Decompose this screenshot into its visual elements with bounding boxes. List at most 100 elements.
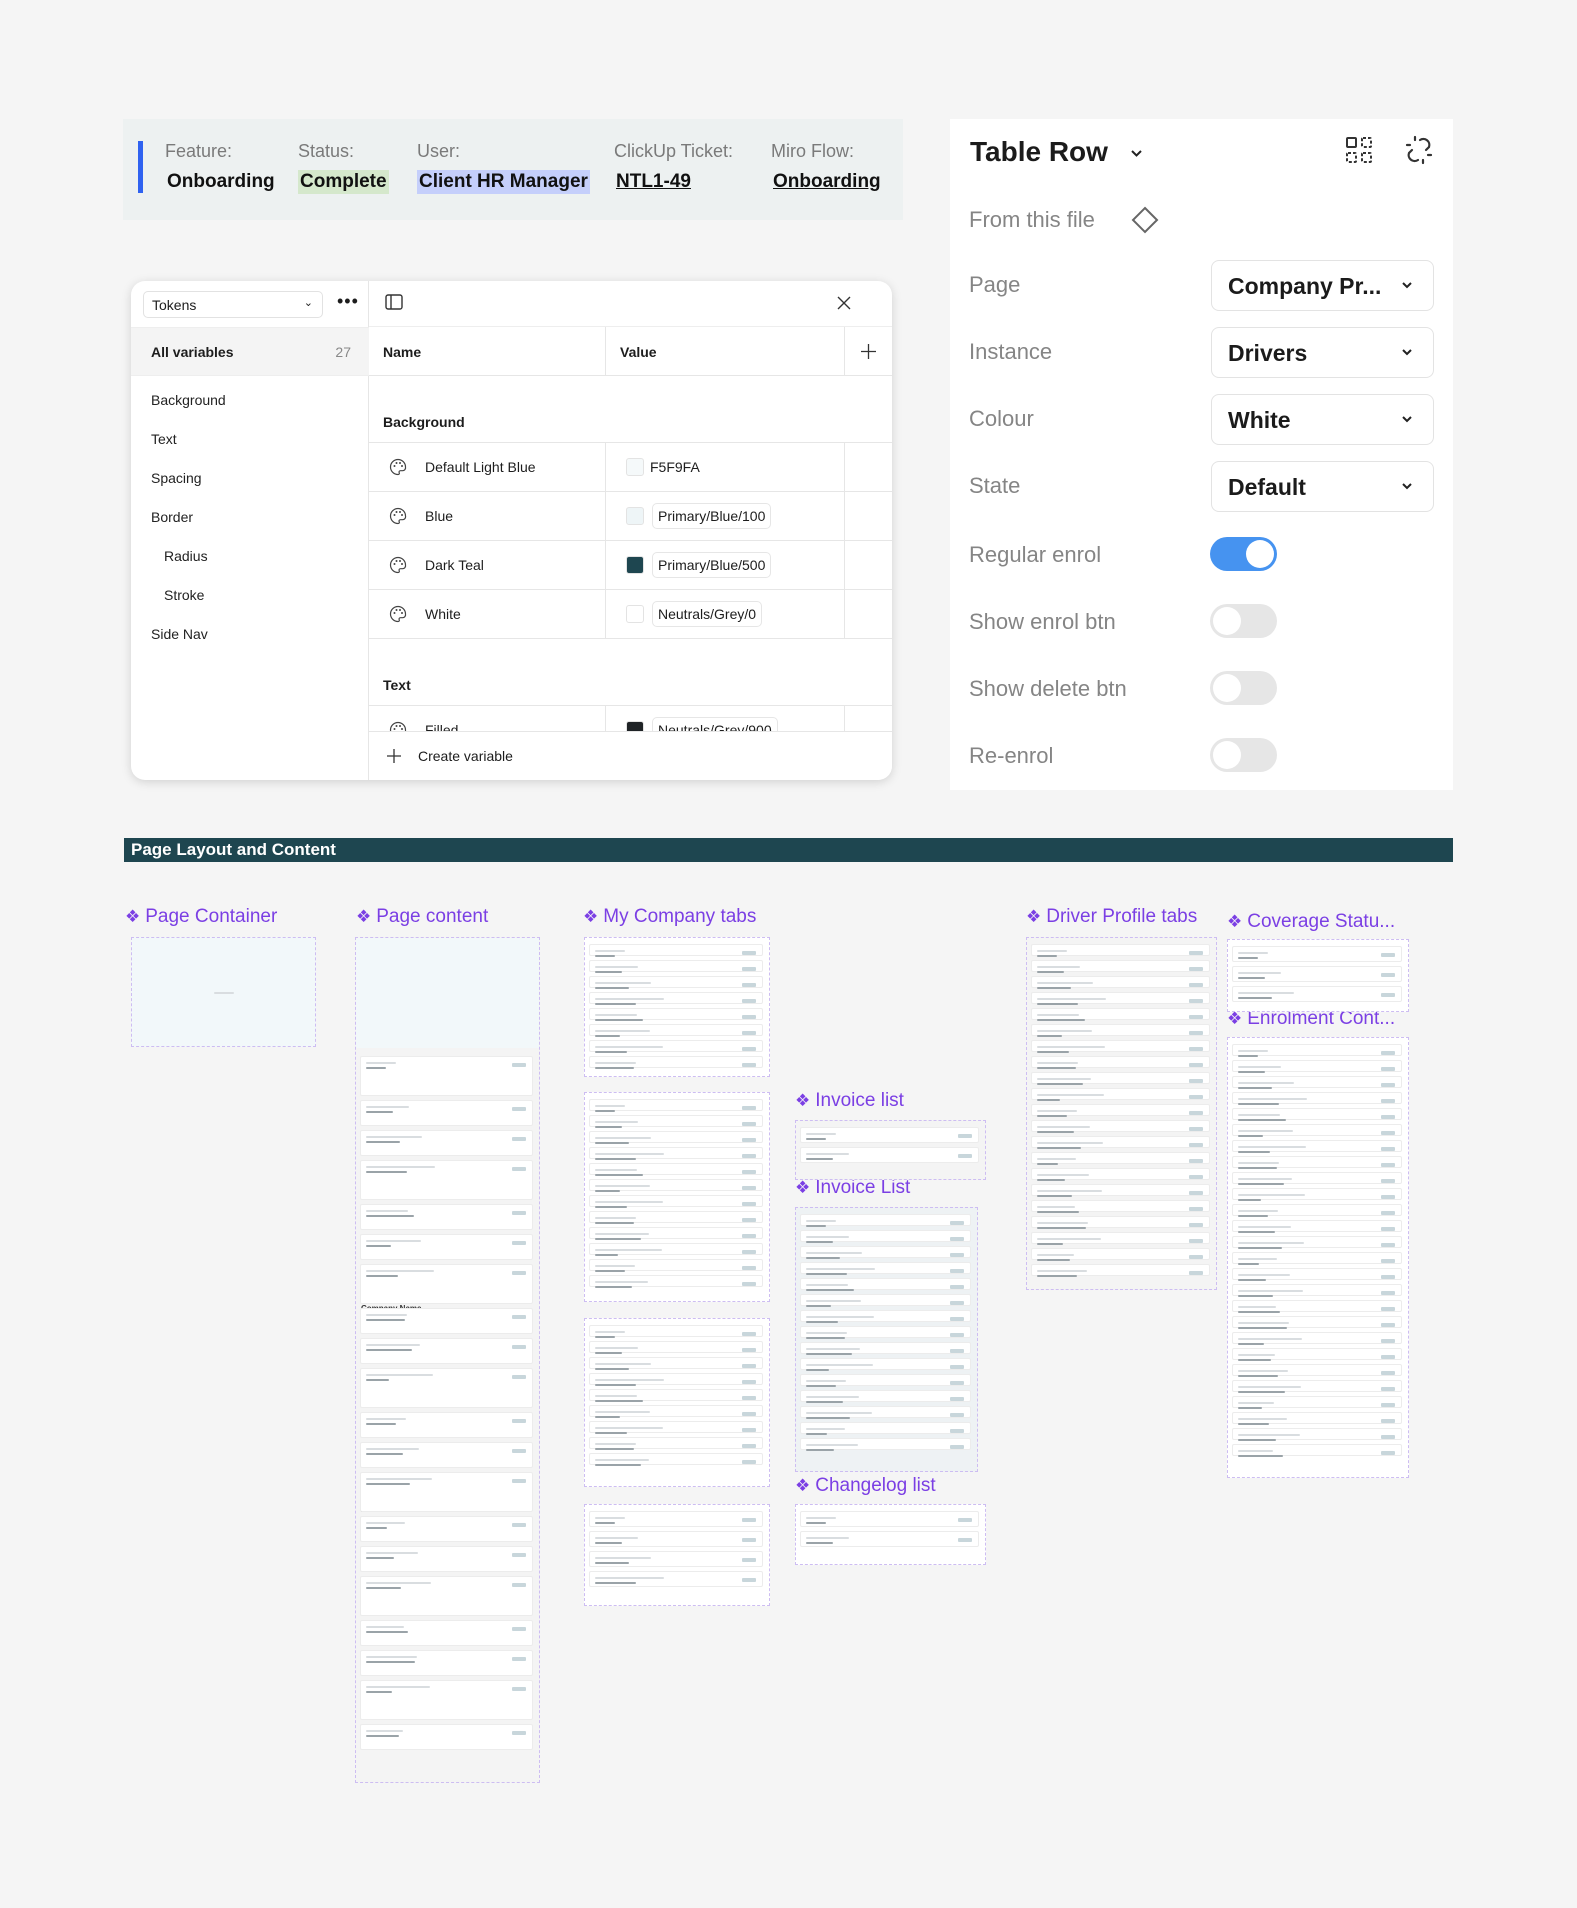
page-content-thumbnail[interactable]: Company Name Add new driver [355, 937, 540, 1783]
dropdown-value: White [1228, 407, 1291, 433]
collection-select[interactable]: Tokens ⌄ [143, 291, 323, 318]
variable-value-cell[interactable]: F5F9FA [606, 443, 845, 491]
color-swatch[interactable] [626, 507, 644, 525]
page-content-label[interactable]: ❖ Page content [356, 906, 488, 928]
changelog-list-label[interactable]: ❖ Changelog list [795, 1475, 936, 1497]
variable-name-cell[interactable]: Default Light Blue [369, 443, 606, 491]
my-company-tabs-thumbnail-1[interactable] [584, 937, 770, 1077]
collection-group-item[interactable]: Border [151, 509, 193, 525]
collection-group-item[interactable]: Background [151, 392, 226, 408]
preview-card [1232, 1348, 1402, 1361]
collection-group-item[interactable]: Radius [164, 548, 208, 564]
close-icon[interactable] [837, 296, 851, 310]
preview-card [589, 1275, 763, 1288]
preview-card [1232, 1172, 1402, 1185]
my-company-tabs-thumbnail-2[interactable] [584, 1092, 770, 1302]
component-icon: ❖ [356, 907, 372, 926]
label-text: Driver Profile tabs [1046, 906, 1198, 927]
preview-card [360, 1100, 533, 1126]
property-toggle[interactable] [1210, 671, 1277, 705]
collection-group-item[interactable]: Text [151, 431, 177, 447]
preview-card [589, 944, 763, 957]
page-container-thumbnail[interactable] [131, 937, 316, 1047]
preview-card [1232, 1316, 1402, 1329]
property-toggle[interactable] [1210, 738, 1277, 772]
driver-profile-tabs-label[interactable]: ❖ Driver Profile tabs [1026, 906, 1197, 928]
invoice-list-thumbnail[interactable] [795, 1120, 986, 1180]
variable-value: Primary/Blue/500 [652, 552, 772, 578]
detach-instance-icon[interactable] [1405, 135, 1433, 165]
variable-group-heading: Text [369, 639, 892, 706]
component-diamond-icon[interactable] [1130, 205, 1160, 235]
preview-card [589, 1179, 763, 1192]
preview-card [1232, 1092, 1402, 1105]
property-dropdown[interactable]: Drivers [1211, 327, 1434, 378]
my-company-tabs-label[interactable]: ❖ My Company tabs [583, 906, 756, 928]
all-variables-item[interactable]: All variables 27 [131, 327, 369, 376]
variable-value-cell[interactable]: Neutrals/Grey/0 [606, 590, 845, 638]
property-toggle[interactable] [1210, 604, 1277, 638]
color-swatch[interactable] [626, 458, 644, 476]
page-container-label[interactable]: ❖ Page Container [125, 906, 277, 928]
variable-value: Primary/Blue/100 [652, 503, 772, 529]
property-label: Show delete btn [969, 676, 1127, 701]
preview-card [360, 1442, 533, 1468]
add-column[interactable] [845, 327, 892, 376]
preview-card [800, 1294, 971, 1307]
preview-card [360, 1680, 533, 1720]
preview-card [589, 1147, 763, 1160]
changelog-list-thumbnail[interactable] [795, 1504, 986, 1565]
property-dropdown[interactable]: Default [1211, 461, 1434, 512]
preview-card [589, 1373, 763, 1386]
component-icon: ❖ [583, 907, 599, 926]
preview-card [1031, 960, 1210, 973]
enrolment-content-thumbnail[interactable] [1227, 1037, 1409, 1478]
component-name: Table Row [970, 136, 1108, 167]
preview-card [589, 1195, 763, 1208]
create-variable-button[interactable]: Create variable [369, 731, 892, 780]
collection-group-item[interactable]: Stroke [164, 587, 204, 603]
component-title[interactable]: Table Row [970, 136, 1143, 168]
invoice-list-label[interactable]: ❖ Invoice list [795, 1090, 904, 1112]
toggle-knob [1213, 607, 1241, 635]
coverage-status-label[interactable]: ❖ Coverage Statu... [1227, 911, 1395, 933]
collection-group-item[interactable]: Spacing [151, 470, 202, 486]
plus-icon[interactable] [861, 344, 876, 359]
color-swatch[interactable] [626, 605, 644, 623]
variable-value-cell[interactable]: Primary/Blue/500 [606, 541, 845, 589]
my-company-tabs-thumbnail-3[interactable] [584, 1318, 770, 1487]
preview-card [800, 1511, 979, 1527]
variable-name-cell[interactable]: Dark Teal [369, 541, 606, 589]
property-dropdown[interactable]: White [1211, 394, 1434, 445]
ticket-field: ClickUp Ticket: NTL1-49 [614, 141, 733, 194]
preview-card [360, 1368, 533, 1408]
color-swatch[interactable] [626, 556, 644, 574]
preview-card [589, 1227, 763, 1240]
miro-link[interactable]: Onboarding [771, 170, 883, 194]
label-text: My Company tabs [603, 906, 757, 927]
my-company-tabs-thumbnail-4[interactable] [584, 1504, 770, 1606]
variable-row[interactable]: White Neutrals/Grey/0 [369, 590, 892, 639]
collection-group-item[interactable]: Side Nav [151, 626, 208, 642]
from-this-file-label: From this file [969, 207, 1095, 232]
variable-name-cell[interactable]: White [369, 590, 606, 638]
property-toggle[interactable] [1210, 537, 1277, 571]
variable-name-cell[interactable]: Blue [369, 492, 606, 540]
property-dropdown[interactable]: Company Pr... [1211, 260, 1434, 311]
driver-profile-tabs-thumbnail[interactable] [1026, 937, 1217, 1290]
variable-row[interactable]: Blue Primary/Blue/100 [369, 492, 892, 541]
variable-row[interactable]: Dark Teal Primary/Blue/500 [369, 541, 892, 590]
invoice-list-2-label[interactable]: ❖ Invoice List [795, 1177, 910, 1199]
variable-row[interactable]: Default Light Blue F5F9FA [369, 443, 892, 492]
ticket-link[interactable]: NTL1-49 [614, 170, 693, 194]
accent-bar [138, 141, 143, 193]
coverage-status-thumbnail[interactable] [1227, 939, 1409, 1012]
sidebar-toggle-icon[interactable] [385, 294, 403, 310]
invoice-list-2-thumbnail[interactable] [795, 1207, 978, 1472]
variable-value-cell[interactable]: Primary/Blue/100 [606, 492, 845, 540]
chevron-down-icon[interactable] [1130, 149, 1143, 158]
select-instances-icon[interactable] [1345, 136, 1373, 164]
preview-card [589, 1115, 763, 1128]
preview-card [589, 960, 763, 973]
more-options-icon[interactable]: ••• [337, 291, 359, 312]
